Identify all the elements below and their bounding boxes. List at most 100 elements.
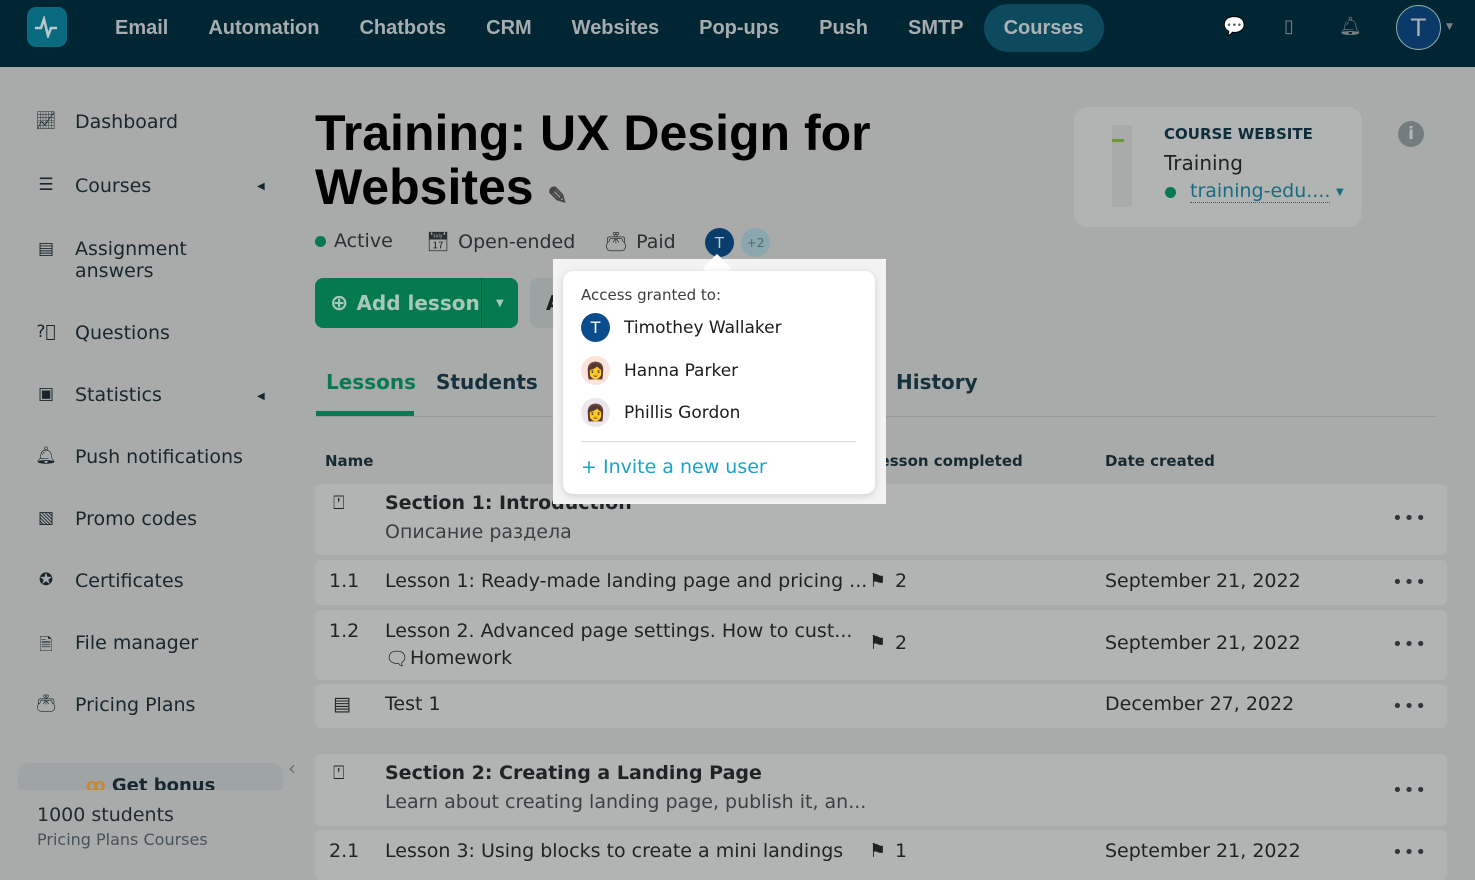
section-desc: Learn about creating landing page, publi… xyxy=(385,791,867,813)
caret-left-icon[interactable]: ◀ xyxy=(257,391,265,402)
lesson-number: 2.1 xyxy=(329,840,360,862)
sidebar-label: Assignment answers xyxy=(75,238,187,282)
sidebar-item-questions[interactable]: ?⃝ Questions xyxy=(35,322,170,344)
section-title: Section 2: Creating a Landing Page xyxy=(385,762,762,784)
nav-websites[interactable]: Websites xyxy=(552,4,679,52)
tab-lessons[interactable]: Lessons xyxy=(326,370,416,394)
duration-text: Open-ended xyxy=(458,230,576,253)
section-icon: ⍞ xyxy=(333,492,345,514)
chat-icon[interactable]: 💬 xyxy=(1223,16,1245,37)
payment-text: Paid xyxy=(636,230,676,253)
file-icon: 🗎︎ xyxy=(39,635,53,655)
certificate-icon: ✪ xyxy=(38,570,54,590)
payment: 👛︎ Paid xyxy=(604,230,676,254)
date-created: September 21, 2022 xyxy=(1105,840,1301,862)
popup-user[interactable]: 👩 Phillis Gordon xyxy=(581,398,740,427)
sidebar-item-courses[interactable]: ☰ Courses xyxy=(35,175,151,197)
caret-left-icon[interactable]: ◀ xyxy=(257,181,265,192)
more-options-icon[interactable]: ••• xyxy=(1392,634,1427,655)
invite-user-link[interactable]: + Invite a new user xyxy=(581,456,767,478)
nav-chatbots[interactable]: Chatbots xyxy=(339,4,466,52)
sidebar-label: Pricing Plans xyxy=(75,694,196,716)
website-name: Training xyxy=(1164,151,1243,175)
plus-circle-icon: ⊕ xyxy=(330,290,349,316)
table-row[interactable]: 1.2 Lesson 2. Advanced page settings. Ho… xyxy=(315,610,1447,680)
table-row[interactable]: ▤ Test 1 December 27, 2022 ••• xyxy=(315,684,1447,728)
avatar: T xyxy=(581,313,610,342)
section-icon: ⍞ xyxy=(333,762,345,784)
chevron-down-icon[interactable]: ▼ xyxy=(1446,22,1453,32)
sidebar-item-files[interactable]: 🗎︎ File manager xyxy=(35,632,198,661)
nav-popups[interactable]: Pop-ups xyxy=(679,4,799,52)
chevron-down-icon[interactable]: ▼ xyxy=(480,278,518,328)
nav-courses[interactable]: Courses xyxy=(983,4,1104,52)
info-icon[interactable]: i xyxy=(1398,121,1424,147)
sidebar-label: Dashboard xyxy=(75,111,179,133)
popup-user[interactable]: 👩 Hanna Parker xyxy=(581,356,738,385)
chevron-down-icon[interactable]: ▼ xyxy=(1336,187,1344,198)
add-lesson-button[interactable]: ⊕ Add lesson ▼ xyxy=(315,278,518,328)
homework-icon: 🗨︎ xyxy=(385,648,410,670)
courses-icon: ☰ xyxy=(38,175,54,195)
more-options-icon[interactable]: ••• xyxy=(1392,780,1427,801)
tab-history[interactable]: History xyxy=(896,370,978,394)
more-options-icon[interactable]: ••• xyxy=(1392,696,1427,717)
lesson-title: Lesson 1: Ready-made landing page and pr… xyxy=(385,570,868,592)
edit-pencil-icon[interactable]: ✎ xyxy=(548,183,568,210)
sidebar-label: Statistics xyxy=(75,384,162,406)
flag-icon: ⚑ xyxy=(869,570,887,592)
flag-icon: ⚑ xyxy=(869,632,887,654)
completed-count: 2 xyxy=(895,632,908,654)
sidebar-item-statistics[interactable]: ▣ Statistics xyxy=(35,384,162,406)
sidebar-item-promo[interactable]: ▧ Promo codes xyxy=(35,508,197,530)
more-users-badge[interactable]: +2 xyxy=(741,228,770,257)
collapse-sidebar-icon[interactable]: ‹ xyxy=(288,756,296,780)
sidebar-item-push[interactable]: 🔔︎ Push notifications xyxy=(35,446,243,468)
nav-automation[interactable]: Automation xyxy=(188,4,339,52)
bell-icon[interactable]: 🔔︎ xyxy=(1339,16,1362,37)
plan-info: 1000 students Pricing Plans Courses xyxy=(18,790,283,873)
logo-icon[interactable] xyxy=(27,7,67,47)
website-link[interactable]: training-edu.... xyxy=(1190,180,1331,203)
sidebar-item-certificates[interactable]: ✪ Certificates xyxy=(35,570,184,592)
homework-label: Homework xyxy=(410,647,513,669)
sidebar-item-assignments[interactable]: ▤ Assignment answers xyxy=(35,238,235,282)
table-row[interactable]: 1.1 Lesson 1: Ready-made landing page an… xyxy=(315,560,1447,605)
section-row[interactable]: ⍞ Section 2: Creating a Landing Page Lea… xyxy=(315,754,1447,826)
user-name: Phillis Gordon xyxy=(624,402,741,423)
sidebar-label: File manager xyxy=(75,632,199,654)
lesson-title: Lesson 3: Using blocks to create a mini … xyxy=(385,840,844,862)
completed-count: 1 xyxy=(895,840,908,862)
mobile-icon[interactable]: ▯ xyxy=(1284,16,1294,37)
date-created: September 21, 2022 xyxy=(1105,570,1301,592)
course-website-card: COURSE WEBSITE Training training-edu....… xyxy=(1074,107,1362,227)
promo-icon: ▧ xyxy=(37,508,55,528)
page-title: Training: UX Design for Websites ✎ xyxy=(315,106,935,224)
status-badge: Active xyxy=(315,230,393,252)
nav-crm[interactable]: CRM xyxy=(466,4,552,52)
column-header-date: Date created xyxy=(1105,452,1215,470)
date-created: December 27, 2022 xyxy=(1105,693,1295,715)
date-created: September 21, 2022 xyxy=(1105,632,1301,654)
avatar: 👩 xyxy=(581,356,610,385)
sidebar-item-dashboard[interactable]: 📈︎ Dashboard xyxy=(35,111,178,133)
user-name: Hanna Parker xyxy=(624,360,739,381)
user-avatar-small[interactable]: T xyxy=(705,228,734,257)
more-options-icon[interactable]: ••• xyxy=(1392,842,1427,863)
status-dot xyxy=(315,235,326,247)
nav-email[interactable]: Email xyxy=(95,4,188,52)
access-popup: Access granted to: T Timothey Wallaker 👩 H… xyxy=(563,271,875,494)
nav-smtp[interactable]: SMTP xyxy=(888,4,984,52)
more-options-icon[interactable]: ••• xyxy=(1392,508,1427,529)
wallet-icon: 👛︎ xyxy=(35,694,57,714)
sidebar-label: Certificates xyxy=(75,570,184,592)
user-avatar[interactable]: T xyxy=(1396,5,1441,50)
sidebar-item-pricing[interactable]: 👛︎ Pricing Plans xyxy=(35,694,195,716)
popup-user[interactable]: T Timothey Wallaker xyxy=(581,313,782,342)
tab-students[interactable]: Students xyxy=(436,370,538,394)
more-options-icon[interactable]: ••• xyxy=(1392,572,1427,593)
test-title: Test 1 xyxy=(385,693,441,715)
nav-push[interactable]: Push xyxy=(799,4,888,52)
popup-title: Access granted to: xyxy=(581,286,722,304)
card-label: COURSE WEBSITE xyxy=(1164,125,1313,143)
